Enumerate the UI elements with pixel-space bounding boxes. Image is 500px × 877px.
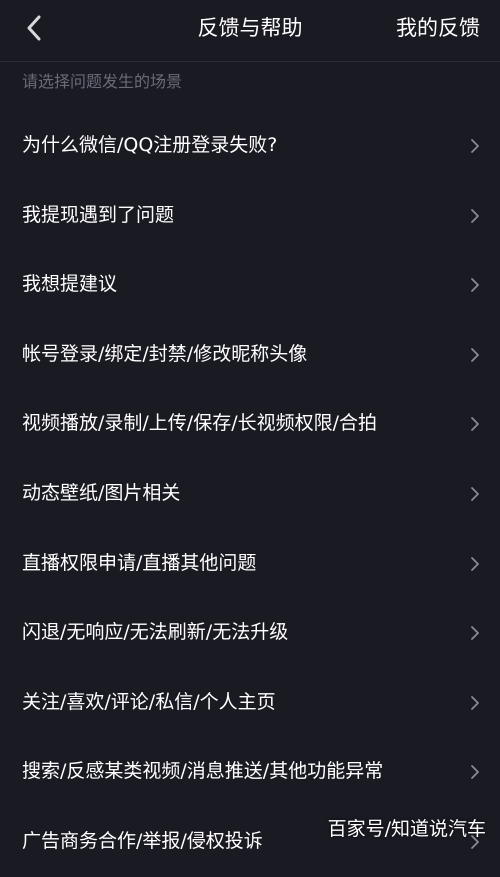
chevron-right-icon bbox=[471, 626, 479, 641]
back-button[interactable] bbox=[14, 11, 54, 45]
chevron-right-icon bbox=[471, 417, 479, 432]
list-item-label: 关注/喜欢/评论/私信/个人主页 bbox=[22, 690, 276, 713]
chevron-right-icon bbox=[471, 556, 479, 571]
list-item[interactable]: 我想提建议 bbox=[0, 250, 500, 320]
list-item[interactable]: 广告商务合作/举报/侵权投诉 bbox=[0, 807, 500, 877]
list-item[interactable]: 帐号登录/绑定/封禁/修改昵称头像 bbox=[0, 320, 500, 390]
chevron-right-icon bbox=[471, 347, 479, 362]
scenario-list: 为什么微信/QQ注册登录失败? 我提现遇到了问题 我想提建议 帐号登录/绑定/封… bbox=[0, 111, 500, 877]
list-item-label: 帐号登录/绑定/封禁/修改昵称头像 bbox=[22, 342, 308, 365]
chevron-right-icon bbox=[471, 208, 479, 223]
list-item-label: 视频播放/录制/上传/保存/长视频权限/合拍 bbox=[22, 412, 378, 435]
list-item[interactable]: 关注/喜欢/评论/私信/个人主页 bbox=[0, 668, 500, 738]
list-item-label: 直播权限申请/直播其他问题 bbox=[22, 551, 257, 574]
list-item-label: 闪退/无响应/无法刷新/无法升级 bbox=[22, 621, 289, 644]
list-item-label: 广告商务合作/举报/侵权投诉 bbox=[22, 829, 263, 852]
list-item[interactable]: 我提现遇到了问题 bbox=[0, 181, 500, 251]
chevron-right-icon bbox=[471, 278, 479, 293]
my-feedback-button[interactable]: 我的反馈 bbox=[396, 0, 480, 56]
list-item[interactable]: 闪退/无响应/无法刷新/无法升级 bbox=[0, 598, 500, 668]
section-label: 请选择问题发生的场景 bbox=[22, 72, 183, 91]
list-item[interactable]: 搜索/反感某类视频/消息推送/其他功能异常 bbox=[0, 737, 500, 807]
chevron-left-icon bbox=[27, 15, 41, 41]
list-item-label: 我提现遇到了问题 bbox=[22, 203, 175, 226]
list-item[interactable]: 直播权限申请/直播其他问题 bbox=[0, 529, 500, 599]
chevron-right-icon bbox=[471, 765, 479, 780]
chevron-right-icon bbox=[471, 835, 479, 849]
top-bar: 反馈与帮助 我的反馈 bbox=[0, 0, 500, 62]
list-item-label: 我想提建议 bbox=[22, 273, 118, 296]
list-item-label: 为什么微信/QQ注册登录失败? bbox=[22, 134, 278, 156]
chevron-right-icon bbox=[471, 139, 479, 153]
chevron-right-icon bbox=[471, 695, 479, 710]
list-item[interactable]: 视频播放/录制/上传/保存/长视频权限/合拍 bbox=[0, 389, 500, 459]
list-item[interactable]: 动态壁纸/图片相关 bbox=[0, 459, 500, 529]
list-item-label: 动态壁纸/图片相关 bbox=[22, 481, 181, 504]
list-item-label: 搜索/反感某类视频/消息推送/其他功能异常 bbox=[22, 760, 384, 783]
chevron-right-icon bbox=[471, 487, 479, 501]
list-item[interactable]: 为什么微信/QQ注册登录失败? bbox=[0, 111, 500, 181]
